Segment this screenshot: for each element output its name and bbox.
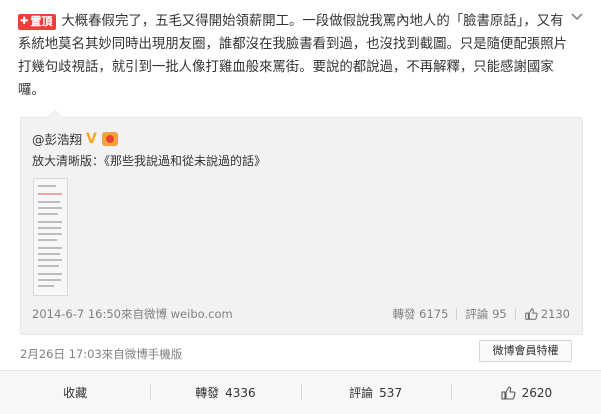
verified-v-icon[interactable]: V [86, 132, 100, 146]
thumb-line [38, 193, 62, 195]
action-bar: 收藏 轉發 4336 評論 537 2620 [0, 370, 601, 414]
like-count: 2620 [521, 385, 553, 400]
pinned-badge: ✚ 置頂 [18, 14, 57, 30]
quoted-repost-link[interactable]: 轉發 6175 [392, 306, 448, 322]
thumb-line [38, 213, 58, 215]
comment-label: 評論 [349, 386, 374, 400]
thumb-line [38, 207, 62, 209]
thumb-line [38, 247, 62, 249]
thumb-line [38, 233, 62, 235]
medal-icon[interactable] [102, 131, 119, 146]
zoom-line: 放大清晰版：《那些我說過和從未說過的話》 [32, 152, 266, 169]
thumb-line [38, 239, 57, 241]
quoted-like-button[interactable]: 2130 [524, 307, 570, 321]
repost-count: 4336 [225, 385, 256, 400]
thumb-line [38, 259, 62, 261]
thumb-line [38, 221, 62, 223]
thumb-line [38, 265, 59, 267]
quoted-article-link[interactable]: 《那些我說過和從未說過的話》 [104, 154, 266, 168]
divider [456, 308, 458, 320]
comment-count: 537 [379, 385, 403, 400]
zoom-label: 放大清晰版： [32, 154, 105, 168]
divider [514, 308, 516, 320]
document-thumbnail[interactable] [33, 178, 68, 296]
pinned-label: 置頂 [30, 15, 53, 28]
quoted-author-link[interactable]: @彭浩翔 [32, 129, 82, 148]
quoted-like-count: 2130 [540, 307, 570, 321]
chevron-down-icon[interactable] [570, 12, 584, 22]
vip-privilege-button[interactable]: 微博會員特權 [479, 340, 572, 362]
thumb-up-icon [501, 385, 516, 400]
pin-icon: ✚ [20, 16, 29, 27]
quoted-repost-count: 6175 [419, 307, 449, 321]
thumb-up-icon [524, 308, 538, 320]
quoted-post-stats: 轉發 6175 評論 95 2130 [392, 306, 570, 322]
thumb-line [38, 285, 54, 287]
thumb-line [38, 279, 61, 281]
post-body: ✚ 置頂 大概春假完了，五毛又得開始領薪開工。一段做假說我罵內地人的「臉書原話」，又… [18, 10, 570, 102]
quoted-comment-link[interactable]: 評論 95 [465, 306, 506, 322]
repost-label: 轉發 [195, 386, 220, 400]
quoted-comment-label: 評論 [465, 307, 489, 321]
quoted-repost-label: 轉發 [392, 307, 416, 321]
thumb-line [38, 273, 62, 275]
comment-button[interactable]: 評論 537 [300, 371, 451, 414]
repost-button[interactable]: 轉發 4336 [150, 371, 300, 414]
post-meta[interactable]: 2月26日 17:03來自微博手機版 [20, 346, 182, 362]
thumb-line [38, 185, 56, 187]
post-text: 大概春假完了，五毛又得開始領薪開工。一段做假說我罵內地人的「臉書原話」，又有系統… [18, 14, 568, 98]
thumb-line [38, 227, 61, 229]
weibo-post-card: ✚ 置頂 大概春假完了，五毛又得開始領薪開工。一段做假說我罵內地人的「臉書原話」，又… [0, 0, 601, 414]
quoted-post-meta[interactable]: 2014-6-7 16:50來自微博 weibo.com [32, 306, 233, 322]
quote-pointer [47, 110, 63, 118]
favorite-button[interactable]: 收藏 [0, 371, 150, 414]
favorite-label: 收藏 [63, 386, 88, 400]
quoted-comment-count: 95 [492, 307, 507, 321]
quoted-post: @彭浩翔 V 放大清晰版：《那些我說過和從未說過的話》 2014-6-7 16:… [20, 110, 583, 335]
thumb-line [38, 253, 60, 255]
thumb-line [38, 201, 60, 203]
quoted-author-line: @彭浩翔 V [32, 129, 119, 148]
like-button[interactable]: 2620 [450, 371, 601, 414]
